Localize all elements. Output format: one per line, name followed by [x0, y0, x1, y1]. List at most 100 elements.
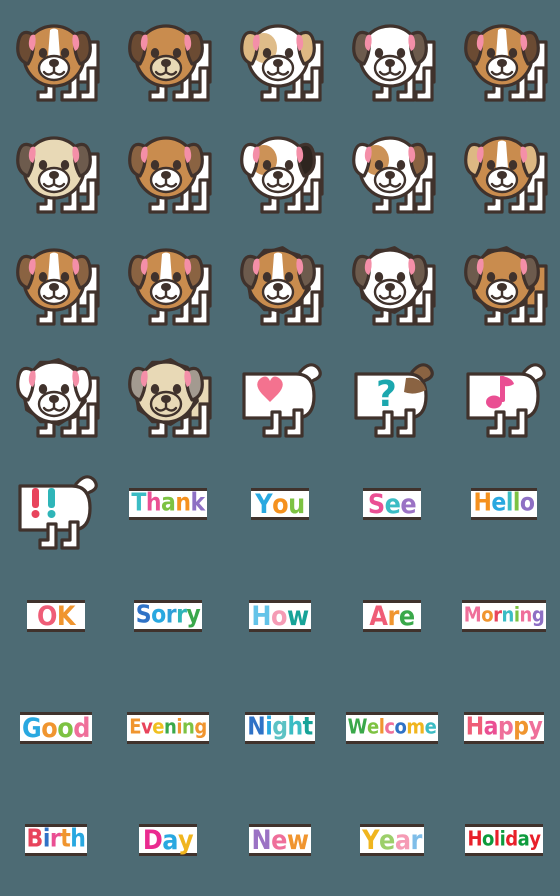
dog-white-black-patch[interactable]: [224, 112, 336, 224]
card-are[interactable]: Are: [363, 600, 421, 632]
sticker-cell-27[interactable]: Sorry: [112, 560, 224, 672]
dog-tan-wide-blaze[interactable]: [112, 224, 224, 336]
dog-cream-fluffy[interactable]: [112, 336, 224, 448]
dog-white-tan-ears[interactable]: [224, 0, 336, 112]
dog-tan-half-face[interactable]: [112, 112, 224, 224]
card-day[interactable]: Day: [139, 824, 197, 856]
sticker-cell-21[interactable]: [0, 448, 112, 560]
card-hello[interactable]: Hello: [471, 488, 537, 520]
sticker-cell-3[interactable]: [224, 0, 336, 112]
dog-rear-music-note[interactable]: [448, 336, 560, 448]
sticker-cell-11[interactable]: [0, 224, 112, 336]
card-ok[interactable]: OK: [27, 600, 85, 632]
letter: p: [497, 713, 514, 742]
dog-cream-dark-ears[interactable]: [0, 112, 112, 224]
sticker-cell-15[interactable]: [448, 224, 560, 336]
sticker-cell-4[interactable]: [336, 0, 448, 112]
card-you[interactable]: You: [251, 488, 309, 520]
sticker-cell-36[interactable]: Birth: [0, 784, 112, 896]
card-new[interactable]: New: [249, 824, 311, 856]
sticker-cell-20[interactable]: [448, 336, 560, 448]
sticker-cell-40[interactable]: Holiday: [448, 784, 560, 896]
sticker-cell-10[interactable]: [448, 112, 560, 224]
sticker-cell-39[interactable]: Year: [336, 784, 448, 896]
dog-tan-white-split[interactable]: [0, 224, 112, 336]
dog-white-fluffy[interactable]: [0, 336, 112, 448]
sticker-cell-30[interactable]: Morning: [448, 560, 560, 672]
sticker-cell-12[interactable]: [112, 224, 224, 336]
letter: o: [41, 712, 58, 744]
letter: H: [467, 827, 483, 852]
dog-white-tan-patch[interactable]: [336, 112, 448, 224]
letter: S: [135, 601, 152, 630]
sticker-cell-16[interactable]: [0, 336, 112, 448]
sticker-cell-5[interactable]: [448, 0, 560, 112]
card-welcome[interactable]: Welcome: [345, 712, 439, 744]
sticker-cell-37[interactable]: Day: [112, 784, 224, 896]
sticker-cell-32[interactable]: Evening: [112, 672, 224, 784]
sticker-cell-25[interactable]: Hello: [448, 448, 560, 560]
dog-rear-heart[interactable]: [224, 336, 336, 448]
letter: u: [288, 488, 305, 520]
letter: r: [49, 825, 61, 854]
sticker-cell-31[interactable]: Good: [0, 672, 112, 784]
card-morning[interactable]: Morning: [461, 600, 547, 632]
sticker-cell-24[interactable]: See: [336, 448, 448, 560]
letter: y: [528, 713, 543, 742]
sticker-cell-17[interactable]: [112, 336, 224, 448]
sticker-cell-29[interactable]: Are: [336, 560, 448, 672]
letter: m: [406, 715, 425, 740]
card-good[interactable]: Good: [20, 712, 92, 744]
sticker-cell-23[interactable]: You: [224, 448, 336, 560]
card-how[interactable]: How: [249, 600, 311, 632]
letter: a: [162, 824, 178, 856]
sticker-cell-19[interactable]: ?: [336, 336, 448, 448]
sticker-cell-33[interactable]: Night: [224, 672, 336, 784]
card-word: Thank: [131, 489, 205, 518]
sticker-cell-14[interactable]: [336, 224, 448, 336]
letter: o: [270, 600, 288, 632]
letter: a: [483, 713, 499, 742]
dog-white-dark-ears[interactable]: [336, 0, 448, 112]
card-evening[interactable]: Evening: [127, 712, 209, 744]
sticker-cell-6[interactable]: [0, 112, 112, 224]
card-night[interactable]: Night: [245, 712, 315, 744]
card-year[interactable]: Year: [360, 824, 424, 856]
dog-full-tan[interactable]: [112, 0, 224, 112]
letter: i: [42, 825, 51, 854]
dog-tan-full-shaggy[interactable]: [448, 224, 560, 336]
dog-rear-exclamation[interactable]: [0, 448, 112, 560]
dog-tan-long-ears[interactable]: [448, 112, 560, 224]
dog-tan-white-blaze[interactable]: [448, 0, 560, 112]
sticker-cell-18[interactable]: [224, 336, 336, 448]
dog-tan-shaggy[interactable]: [224, 224, 336, 336]
card-see[interactable]: See: [363, 488, 421, 520]
sticker-cell-26[interactable]: OK: [0, 560, 112, 672]
letter: l: [512, 489, 521, 518]
sticker-cell-9[interactable]: [336, 112, 448, 224]
letter: w: [286, 600, 309, 632]
sticker-cell-28[interactable]: How: [224, 560, 336, 672]
card-word: Holiday: [467, 825, 541, 854]
letter: o: [272, 488, 289, 520]
card-happy[interactable]: Happy: [463, 712, 545, 744]
letter: a: [394, 824, 411, 856]
letter: e: [400, 488, 417, 520]
sticker-cell-13[interactable]: [224, 224, 336, 336]
sticker-cell-7[interactable]: [112, 112, 224, 224]
card-birth[interactable]: Birth: [24, 824, 88, 856]
card-holiday[interactable]: Holiday: [465, 824, 543, 856]
dog-tan-blaze[interactable]: [0, 0, 112, 112]
card-thank[interactable]: Thank: [129, 488, 207, 520]
card-sorry[interactable]: Sorry: [133, 600, 203, 632]
sticker-cell-1[interactable]: [0, 0, 112, 112]
sticker-cell-34[interactable]: Welcome: [336, 672, 448, 784]
sticker-cell-35[interactable]: Happy: [448, 672, 560, 784]
sticker-cell-8[interactable]: [224, 112, 336, 224]
letter: H: [251, 600, 271, 632]
sticker-cell-38[interactable]: New: [224, 784, 336, 896]
sticker-cell-2[interactable]: [112, 0, 224, 112]
sticker-cell-22[interactable]: Thank: [112, 448, 224, 560]
dog-white-shaggy[interactable]: [336, 224, 448, 336]
dog-rear-question[interactable]: ?: [336, 336, 448, 448]
